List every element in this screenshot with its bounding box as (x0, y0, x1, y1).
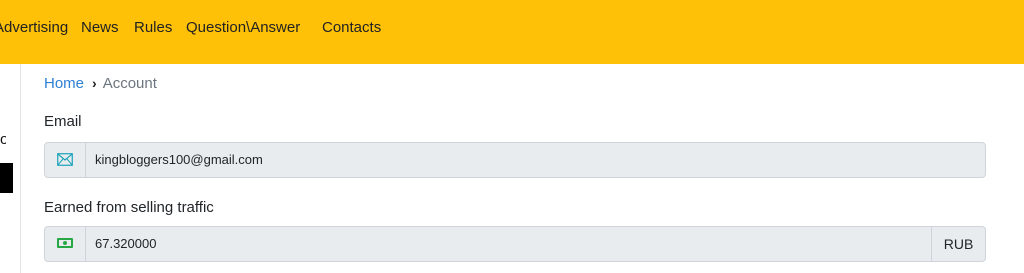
nav-item-contacts[interactable]: Contacts (322, 19, 381, 37)
earned-label: Earned from selling traffic (44, 199, 214, 216)
breadcrumb-separator-icon: › (92, 75, 97, 91)
nav-item-news[interactable]: News (81, 19, 119, 37)
earned-field[interactable]: 67.320000 RUB (44, 226, 986, 262)
breadcrumb: Home › Account (44, 74, 157, 93)
nav-item-rules[interactable]: Rules (134, 19, 172, 37)
currency-addon: RUB (931, 227, 985, 261)
email-label: Email (44, 113, 82, 130)
top-navbar: Advertising News Rules Question\Answer C… (0, 0, 1024, 64)
email-field[interactable]: kingbloggers100@gmail.com (44, 142, 986, 178)
sidebar-dark-block (0, 163, 13, 193)
earned-value: 67.320000 (95, 236, 157, 251)
breadcrumb-current: Account (102, 75, 157, 92)
nav-item-question-answer[interactable]: Question\Answer (186, 19, 300, 37)
breadcrumb-home-link[interactable]: Home (44, 75, 84, 92)
money-icon (57, 238, 73, 248)
nav-item-advertising[interactable]: Advertising (0, 19, 68, 37)
earned-addon (45, 227, 86, 261)
sidebar-partial-text: o (0, 131, 6, 148)
email-addon (45, 143, 86, 177)
email-value: kingbloggers100@gmail.com (95, 152, 263, 167)
envelope-icon (57, 153, 73, 166)
